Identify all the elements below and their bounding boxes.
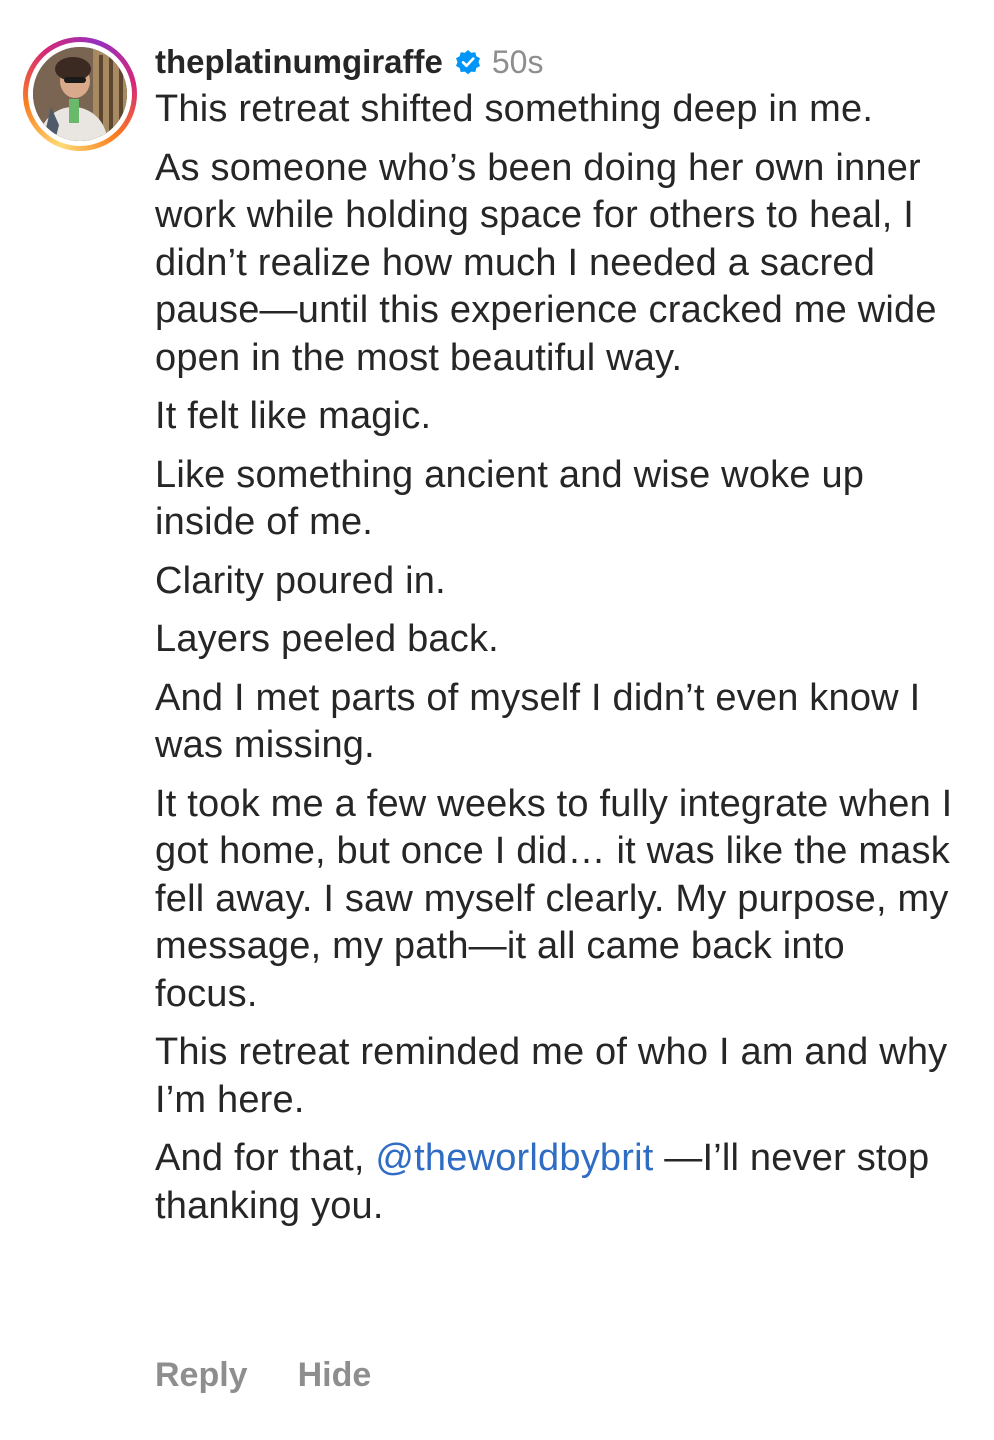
avatar-photo-icon [33,47,127,141]
comment-timestamp: 50s [491,43,544,80]
comment-final-paragraph: And for that, @theworldbybrit —I’ll neve… [155,1135,955,1230]
avatar-border [28,42,132,146]
comment-actions: Reply Hide [155,1356,371,1395]
comment-content: theplatinumgiraffe 50s This retreat shif… [155,38,955,1241]
comment-paragraph: And I met parts of myself I didn’t even … [155,676,921,767]
comment-paragraph: It took me a few weeks to fully integrat… [155,782,953,1015]
hide-button[interactable]: Hide [298,1356,372,1395]
comment-header: theplatinumgiraffe 50s [155,38,955,86]
comment-paragraph: Clarity poured in. [155,559,446,602]
comment-paragraph: It felt like magic. [155,395,432,437]
comment-item: theplatinumgiraffe 50s This retreat shif… [0,0,994,1440]
comment-paragraph: Layers peeled back. [155,618,499,660]
final-text-start: And for that, [155,1137,376,1179]
comment-paragraph: This retreat reminded me of who I am and… [155,1031,948,1121]
comment-paragraph: As someone who’s been doing her own inne… [155,146,937,379]
story-ring[interactable] [23,37,137,151]
verified-badge-icon [453,47,483,77]
comment-paragraph: This retreat shifted something deep in m… [155,88,874,130]
comment-paragraph: Like something ancient and wise woke up … [155,453,865,544]
reply-button[interactable]: Reply [155,1356,248,1395]
username-link[interactable]: theplatinumgiraffe [155,43,443,81]
mention-link[interactable]: @theworldbybrit [375,1137,653,1179]
avatar[interactable] [33,47,127,141]
comment-body: This retreat shifted something deep in m… [155,86,955,1230]
